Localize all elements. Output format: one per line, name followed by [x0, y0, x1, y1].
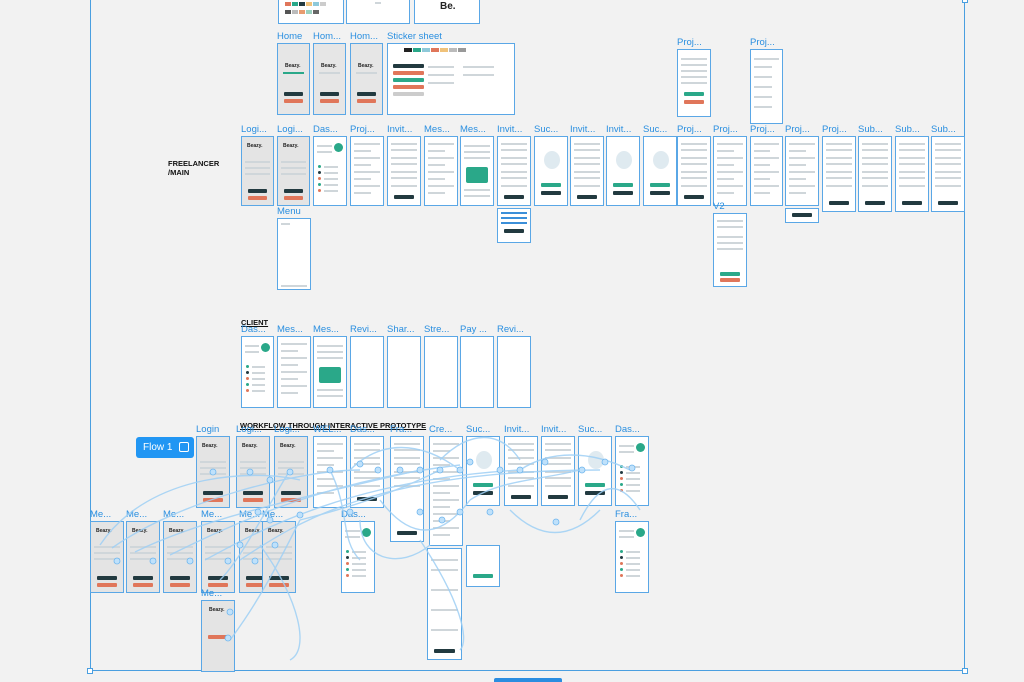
- design-canvas[interactable]: Be. Home Beazy. Hom... Beazy. Hom... Bea…: [0, 0, 1024, 682]
- prototype-connections: [99, 436, 641, 661]
- bottom-panel-tab[interactable]: [494, 678, 562, 682]
